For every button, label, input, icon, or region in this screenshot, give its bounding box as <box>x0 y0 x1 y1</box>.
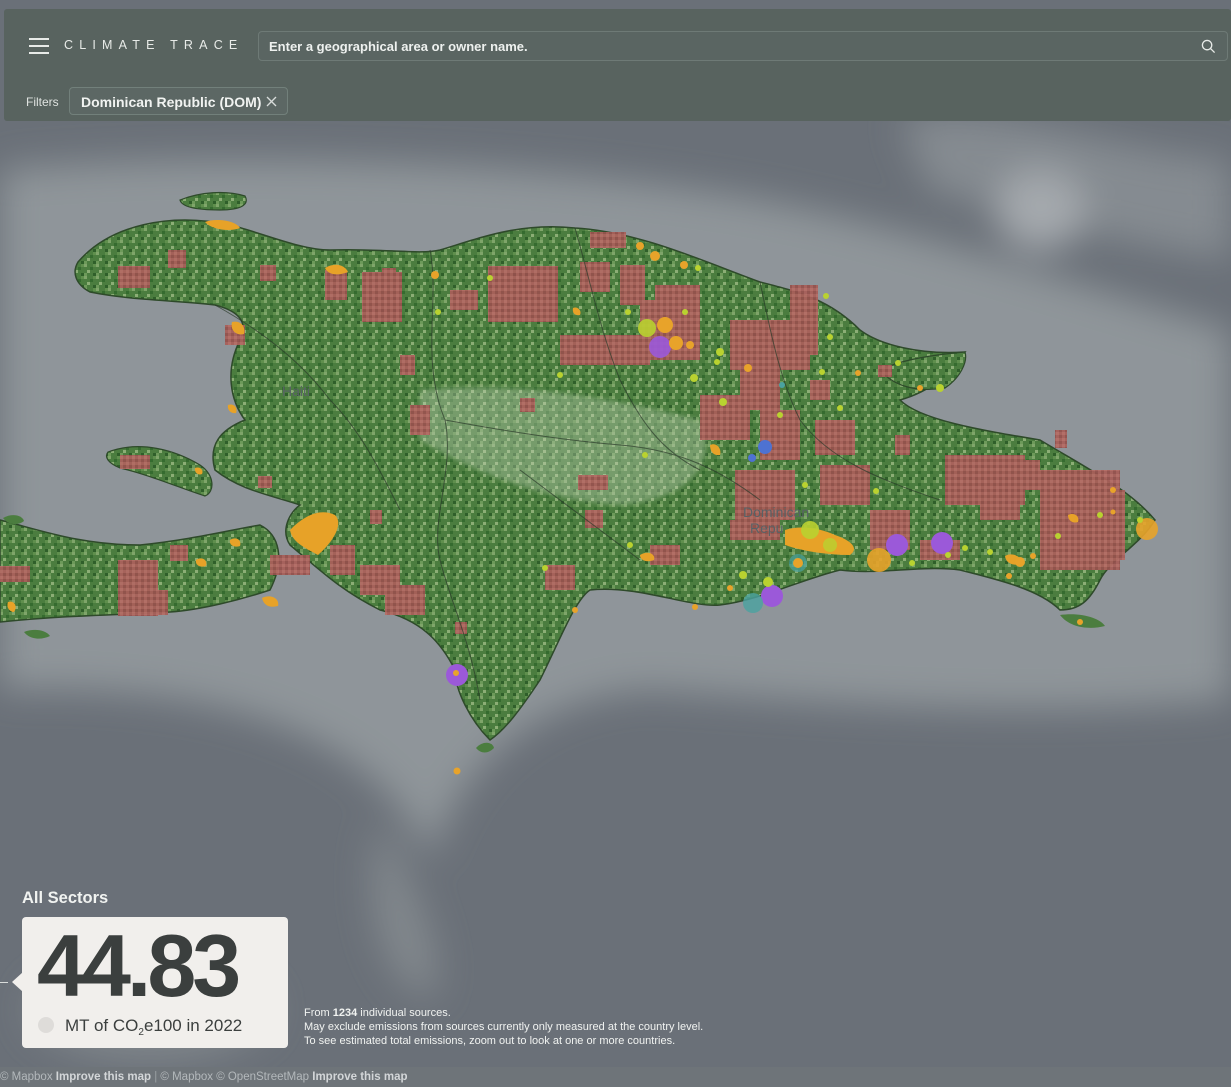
sector-color-dot <box>38 1017 54 1033</box>
search-icon[interactable] <box>1201 39 1216 54</box>
search-input[interactable] <box>259 32 1199 60</box>
sector-title: All Sectors <box>22 889 109 907</box>
top-bar: CLIMATE TRACE Filters Dominican Republic… <box>4 9 1231 121</box>
filter-chip-country[interactable]: Dominican Republic (DOM) <box>69 87 288 115</box>
map-label-haiti: Haiti <box>282 383 310 399</box>
map-attribution: © Mapbox Improve this map | © Mapbox © O… <box>0 1067 1231 1087</box>
sources-note: From 1234 individual sources. May exclud… <box>304 1007 704 1047</box>
total-emissions-value: 44.83 <box>37 916 241 1015</box>
total-emissions-card[interactable]: 44.83 MT of CO2e100 in 2022 <box>22 917 288 1048</box>
card-connector <box>0 982 8 983</box>
close-icon[interactable] <box>266 96 277 107</box>
app-logo[interactable]: CLIMATE TRACE <box>64 38 243 52</box>
hamburger-menu-icon[interactable] <box>29 38 49 54</box>
filters-label: Filters <box>26 95 59 109</box>
mapbox-attribution[interactable]: © Mapbox <box>0 1071 53 1083</box>
source-count: 1234 <box>332 1007 358 1019</box>
map-providers[interactable]: © Mapbox © OpenStreetMap <box>160 1071 309 1083</box>
map-label-dominican: Dominican <box>743 504 809 520</box>
search-bar[interactable] <box>258 31 1228 61</box>
emissions-unit: MT of CO2e100 in 2022 <box>65 1016 243 1038</box>
map-label-republic: Repu <box>750 520 783 536</box>
filter-chip-label: Dominican Republic (DOM) <box>81 94 262 110</box>
improve-map-link[interactable]: Improve this map <box>56 1071 151 1083</box>
improve-map-link-2[interactable]: Improve this map <box>312 1071 407 1083</box>
